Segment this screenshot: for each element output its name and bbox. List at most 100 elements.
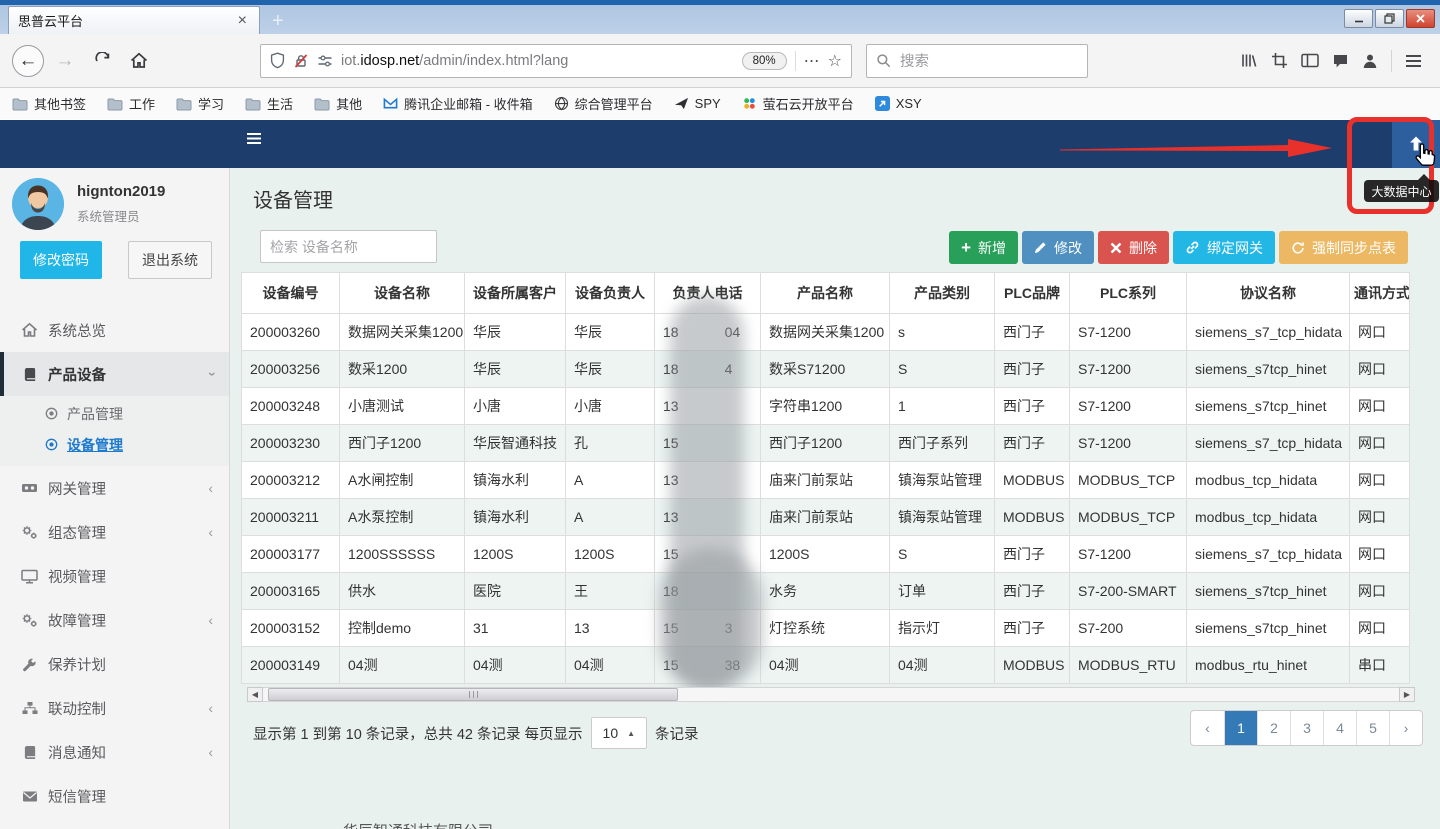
- pagination-page-1[interactable]: 1: [1224, 711, 1257, 745]
- pagination-page-3[interactable]: 3: [1290, 711, 1323, 745]
- minimize-button[interactable]: [1344, 9, 1373, 28]
- tab-close-icon[interactable]: ×: [235, 13, 250, 29]
- delete-button[interactable]: 删除: [1098, 231, 1169, 264]
- insecure-lock-icon[interactable]: [293, 53, 309, 69]
- sidebar-item-product-device[interactable]: 产品设备‹: [0, 352, 229, 396]
- home-button[interactable]: [123, 45, 155, 77]
- shield-icon[interactable]: [270, 52, 285, 69]
- browser-search-bar[interactable]: 搜索: [866, 44, 1088, 78]
- table-row[interactable]: 200003152控制demo3113153灯控系统指示灯西门子S7-200si…: [242, 610, 1410, 647]
- pagination-page-4[interactable]: 4: [1323, 711, 1356, 745]
- table-row[interactable]: 200003212A水闸控制镇海水利A13庙来门前泵站镇海泵站管理MODBUSM…: [242, 462, 1410, 499]
- table-row[interactable]: 200003248小唐测试小唐小唐13字符串12001西门子S7-1200sie…: [242, 388, 1410, 425]
- bookmark-item-ys7[interactable]: 萤石云开放平台: [742, 94, 854, 113]
- reload-button[interactable]: [86, 45, 118, 77]
- table-cell: 华辰: [566, 351, 655, 388]
- table-cell: 庙来门前泵站: [761, 462, 890, 499]
- add-button[interactable]: +新增: [949, 231, 1018, 264]
- forward-button[interactable]: →: [49, 45, 81, 77]
- device-search-input[interactable]: [260, 230, 437, 263]
- browser-tab[interactable]: 思普云平台 ×: [8, 6, 260, 34]
- sidebar-item-maintenance-plan[interactable]: 保养计划: [0, 642, 229, 686]
- edit-button[interactable]: 修改: [1022, 231, 1094, 264]
- sidebar-item-linkage-control[interactable]: 联动控制‹: [0, 686, 229, 730]
- bookmark-item-spy[interactable]: SPY: [674, 96, 721, 111]
- sidebar-item-sms-mgmt[interactable]: 短信管理: [0, 774, 229, 818]
- table-cell: 1: [890, 388, 995, 425]
- bookmark-item-study[interactable]: 学习: [176, 94, 224, 113]
- sidebar-item-overview[interactable]: 系统总览: [0, 308, 229, 352]
- column-header: 设备名称: [340, 273, 465, 314]
- table-row[interactable]: 200003211A水泵控制镇海水利A13庙来门前泵站镇海泵站管理MODBUSM…: [242, 499, 1410, 536]
- sidebar-item-device-mgmt[interactable]: 设备管理: [0, 429, 229, 460]
- table-row[interactable]: 200003165供水医院王18水务订单西门子S7-200-SMARTsieme…: [242, 573, 1410, 610]
- bookmark-item-xsy[interactable]: XSY: [875, 96, 922, 111]
- page-actions-icon[interactable]: ⋯: [804, 51, 820, 71]
- table-row[interactable]: 200003256数采1200华辰华辰184数采S71200S西门子S7-120…: [242, 351, 1410, 388]
- url-bar[interactable]: iot.idosp.net/admin/index.html?lang 80% …: [260, 44, 852, 78]
- bookmark-item-exmail[interactable]: 腾讯企业邮箱 - 收件箱: [383, 94, 533, 113]
- big-data-center-button[interactable]: [1392, 120, 1440, 168]
- chat-bubble-icon[interactable]: [1332, 53, 1349, 69]
- table-cell: 网口: [1350, 536, 1410, 573]
- table-cell: 网口: [1350, 351, 1410, 388]
- bookmark-item-work[interactable]: 工作: [107, 94, 155, 113]
- pagination-prev[interactable]: ‹: [1191, 711, 1224, 745]
- sidebar-item-config-mgmt[interactable]: 组态管理‹: [0, 510, 229, 554]
- folder-icon: [176, 97, 192, 111]
- new-tab-button[interactable]: +: [272, 11, 284, 31]
- force-sync-button[interactable]: 强制同步点表: [1279, 231, 1408, 264]
- pagination-page-2[interactable]: 2: [1257, 711, 1290, 745]
- page-size-select[interactable]: 10 ▲: [591, 717, 648, 749]
- zoom-indicator[interactable]: 80%: [742, 52, 787, 70]
- scrollbar-thumb[interactable]: [268, 688, 678, 701]
- sidebar-item-message-notify[interactable]: 消息通知‹: [0, 730, 229, 774]
- table-cell: S: [890, 536, 995, 573]
- table-row[interactable]: 20000314904测04测04测153804测04测MODBUSMODBUS…: [242, 647, 1410, 684]
- restore-button[interactable]: [1375, 9, 1404, 28]
- horizontal-scrollbar[interactable]: ◀ ▶: [247, 686, 1415, 702]
- sidebar-toggle-icon[interactable]: [1301, 53, 1319, 68]
- menu-icon[interactable]: [1405, 54, 1422, 68]
- sidebar-item-fault-mgmt[interactable]: 故障管理‹: [0, 598, 229, 642]
- bookmark-item-other-bookmarks[interactable]: 其他书签: [12, 94, 86, 113]
- pagination-next[interactable]: ›: [1389, 711, 1422, 745]
- sidebar: hignton2019 系统管理员 修改密码退出系统 系统总览产品设备‹产品管理…: [0, 168, 230, 829]
- sidebar-collapse-icon[interactable]: [246, 132, 262, 150]
- table-row[interactable]: 200003260数据网关采集1200华辰华辰1804数据网关采集1200s西门…: [242, 314, 1410, 351]
- close-button[interactable]: [1406, 9, 1435, 28]
- bookmark-item-life[interactable]: 生活: [245, 94, 293, 113]
- scroll-left-arrow[interactable]: ◀: [247, 687, 263, 702]
- library-icon[interactable]: [1240, 52, 1258, 69]
- scroll-right-arrow[interactable]: ▶: [1399, 687, 1415, 702]
- bookmark-star-icon[interactable]: ☆: [828, 51, 842, 71]
- table-row[interactable]: 200003230西门子1200华辰智通科技孔15西门子1200西门子系列西门子…: [242, 425, 1410, 462]
- logout-button[interactable]: 退出系统: [128, 241, 212, 279]
- summary-text-after: 条记录: [655, 723, 699, 744]
- xsy-icon: [875, 96, 890, 111]
- back-button[interactable]: ←: [12, 45, 44, 77]
- table-row[interactable]: 2000031771200SSSSSS1200S1200S151200SS西门子…: [242, 536, 1410, 573]
- bind-gateway-button[interactable]: 绑定网关: [1173, 231, 1275, 264]
- table-cell: modbus_tcp_hidata: [1187, 462, 1350, 499]
- change-password-button[interactable]: 修改密码: [20, 241, 102, 279]
- sidebar-item-gateway-mgmt[interactable]: 网关管理‹: [0, 466, 229, 510]
- browser-toolbar: ← → iot.idosp.net/admin/index.html?lang …: [0, 34, 1440, 88]
- table-cell: 西门子: [995, 351, 1070, 388]
- search-icon: [876, 53, 891, 68]
- pagination-page-5[interactable]: 5: [1356, 711, 1389, 745]
- bookmark-item-misc[interactable]: 其他: [314, 94, 362, 113]
- table-cell: 网口: [1350, 314, 1410, 351]
- url-text[interactable]: iot.idosp.net/admin/index.html?lang: [341, 53, 734, 69]
- permissions-icon[interactable]: [317, 54, 333, 68]
- sidebar-item-product-mgmt[interactable]: 产品管理: [0, 398, 229, 429]
- account-icon[interactable]: [1362, 53, 1378, 69]
- globe-icon: [554, 96, 569, 111]
- table-cell: 1200S: [761, 536, 890, 573]
- sidebar-item-video-mgmt[interactable]: 视频管理: [0, 554, 229, 598]
- screenshot-icon[interactable]: [1271, 52, 1288, 69]
- bookmark-item-mgmt-platform[interactable]: 综合管理平台: [554, 94, 653, 113]
- scrollbar-track[interactable]: [263, 687, 1399, 702]
- book-icon: [20, 367, 39, 382]
- envelope-icon: [20, 790, 39, 803]
